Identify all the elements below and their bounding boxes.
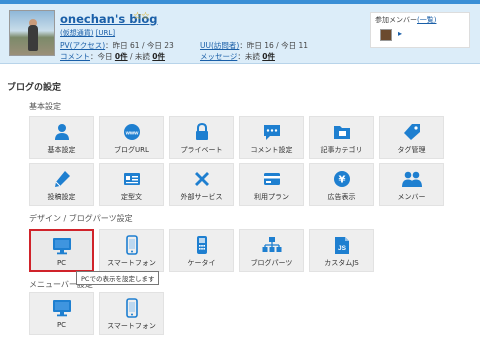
members-title: 参加メンバー(一覧) — [375, 15, 436, 25]
tile-menubar-pc[interactable]: PC — [29, 292, 94, 335]
smartphone-icon — [125, 235, 138, 255]
uu-value: ：昨日 16 / 今日 11 — [239, 41, 308, 50]
tile-design-smartphone[interactable]: スマートフォン — [99, 229, 164, 272]
member-avatar[interactable] — [380, 29, 392, 41]
speech-bubble-icon — [263, 125, 280, 140]
tile-label: スマートフォン — [107, 259, 156, 267]
tile-external-services[interactable]: 外部サービス — [169, 163, 234, 206]
pen-icon — [54, 171, 70, 187]
pv-stat: PV(アクセス)：昨日 61 / 今日 23 — [60, 40, 174, 51]
comment-stat: コメント：今日 0件 / 未読 0件 — [60, 51, 165, 62]
message-unread-link[interactable]: 0件 — [262, 52, 275, 61]
tile-label: PC — [56, 321, 67, 329]
category-link[interactable]: (仮想通貨) — [60, 29, 93, 37]
yen-coin-icon: ¥ — [333, 171, 350, 187]
blog-settings-title: ブログの設定 — [7, 83, 62, 93]
members-next-arrow-icon[interactable]: ▸ — [398, 29, 402, 38]
tile-label: 定型文 — [121, 193, 142, 201]
card-icon — [263, 173, 280, 185]
tile-label: 利用プラン — [254, 193, 289, 201]
tile-label: ケータイ — [187, 259, 216, 267]
members-box: 参加メンバー(一覧) ▸ — [370, 12, 470, 48]
comment-label-link[interactable]: コメント — [60, 52, 90, 61]
tile-label: 記事カテゴリ — [320, 146, 363, 154]
tile-private[interactable]: プライベート — [169, 116, 234, 159]
message-prefix: ：未読 — [237, 52, 260, 61]
lock-icon — [195, 123, 208, 140]
svg-text:www: www — [124, 131, 139, 137]
template-card-icon — [123, 173, 140, 185]
tile-design-custom-js[interactable]: JS カスタムJS — [309, 229, 374, 272]
tile-tag-management[interactable]: タグ管理 — [379, 116, 444, 159]
tile-label: ブログパーツ — [250, 259, 293, 267]
tile-template-text[interactable]: 定型文 — [99, 163, 164, 206]
tile-basic-settings[interactable]: 基本設定 — [29, 116, 94, 159]
folder-icon — [333, 126, 350, 139]
tile-usage-plan[interactable]: 利用プラン — [239, 163, 304, 206]
tile-design-keitai[interactable]: ケータイ — [169, 229, 234, 272]
blog-avatar[interactable] — [9, 10, 55, 56]
pv-label-link[interactable]: PV(アクセス) — [60, 41, 105, 50]
pc-tooltip: PCでの表示を設定します — [76, 271, 160, 285]
tile-label: 外部サービス — [180, 193, 223, 201]
tile-label: 投稿設定 — [47, 193, 76, 201]
rank-stars-icon: ☆☆ — [133, 11, 150, 22]
tile-label: PC — [56, 259, 67, 267]
monitor-icon — [52, 238, 71, 255]
comment-prefix: ：今日 — [90, 52, 113, 61]
design-settings-title: デザイン / ブログパーツ設定 — [29, 214, 133, 223]
tile-blog-url[interactable]: www ブログURL — [99, 116, 164, 159]
feature-phone-icon — [196, 236, 207, 254]
comment-today-link[interactable]: 0件 — [115, 52, 128, 61]
person-icon — [54, 124, 69, 140]
tag-icon — [403, 124, 420, 140]
tile-label: 基本設定 — [47, 146, 76, 154]
svg-text:JS: JS — [338, 245, 347, 252]
tile-comment-settings[interactable]: コメント設定 — [239, 116, 304, 159]
url-link[interactable]: [URL] — [96, 29, 115, 37]
comment-mid: / 未読 — [127, 52, 150, 61]
group-icon — [401, 171, 422, 187]
js-file-icon: JS — [334, 236, 349, 254]
tile-label: カスタムJS — [324, 259, 359, 267]
tile-label: ブログURL — [114, 146, 149, 154]
tile-label: プライベート — [180, 146, 223, 154]
tile-design-blog-parts[interactable]: ブログパーツ — [239, 229, 304, 272]
monitor-icon — [52, 300, 71, 317]
pv-value: ：昨日 61 / 今日 23 — [105, 41, 174, 50]
message-stat: メッセージ：未読 0件 — [200, 51, 275, 62]
www-globe-icon: www — [123, 124, 140, 140]
members-list-link[interactable]: (一覧) — [417, 16, 436, 24]
tile-post-settings[interactable]: 投稿設定 — [29, 163, 94, 206]
tile-label: コメント設定 — [250, 146, 293, 154]
smartphone-icon — [125, 298, 138, 318]
tile-label: メンバー — [397, 193, 426, 201]
tile-label: タグ管理 — [397, 146, 426, 154]
tile-label: 広告表示 — [327, 193, 356, 201]
uu-stat: UU(訪問者)：昨日 16 / 今日 11 — [200, 40, 308, 51]
parts-tree-icon — [262, 237, 281, 252]
tile-label: スマートフォン — [107, 322, 156, 330]
blog-header: onechan's blog ☆☆ (仮想通貨) [URL] PV(アクセス)：… — [0, 4, 480, 64]
message-label-link[interactable]: メッセージ — [200, 52, 237, 61]
tile-design-pc[interactable]: PC — [29, 229, 94, 272]
tile-menubar-smartphone[interactable]: スマートフォン — [99, 292, 164, 335]
comment-unread-link[interactable]: 0件 — [152, 52, 165, 61]
blog-subline: (仮想通貨) [URL] — [60, 28, 115, 38]
tile-article-category[interactable]: 記事カテゴリ — [309, 116, 374, 159]
uu-label-link[interactable]: UU(訪問者) — [200, 41, 239, 50]
avatar-figure — [28, 25, 38, 51]
members-label: 参加メンバー — [375, 16, 417, 24]
tile-ad-display[interactable]: ¥ 広告表示 — [309, 163, 374, 206]
svg-text:¥: ¥ — [338, 175, 345, 186]
tile-members[interactable]: メンバー — [379, 163, 444, 206]
basic-settings-title: 基本設定 — [29, 102, 61, 111]
tools-cross-icon — [194, 172, 209, 186]
